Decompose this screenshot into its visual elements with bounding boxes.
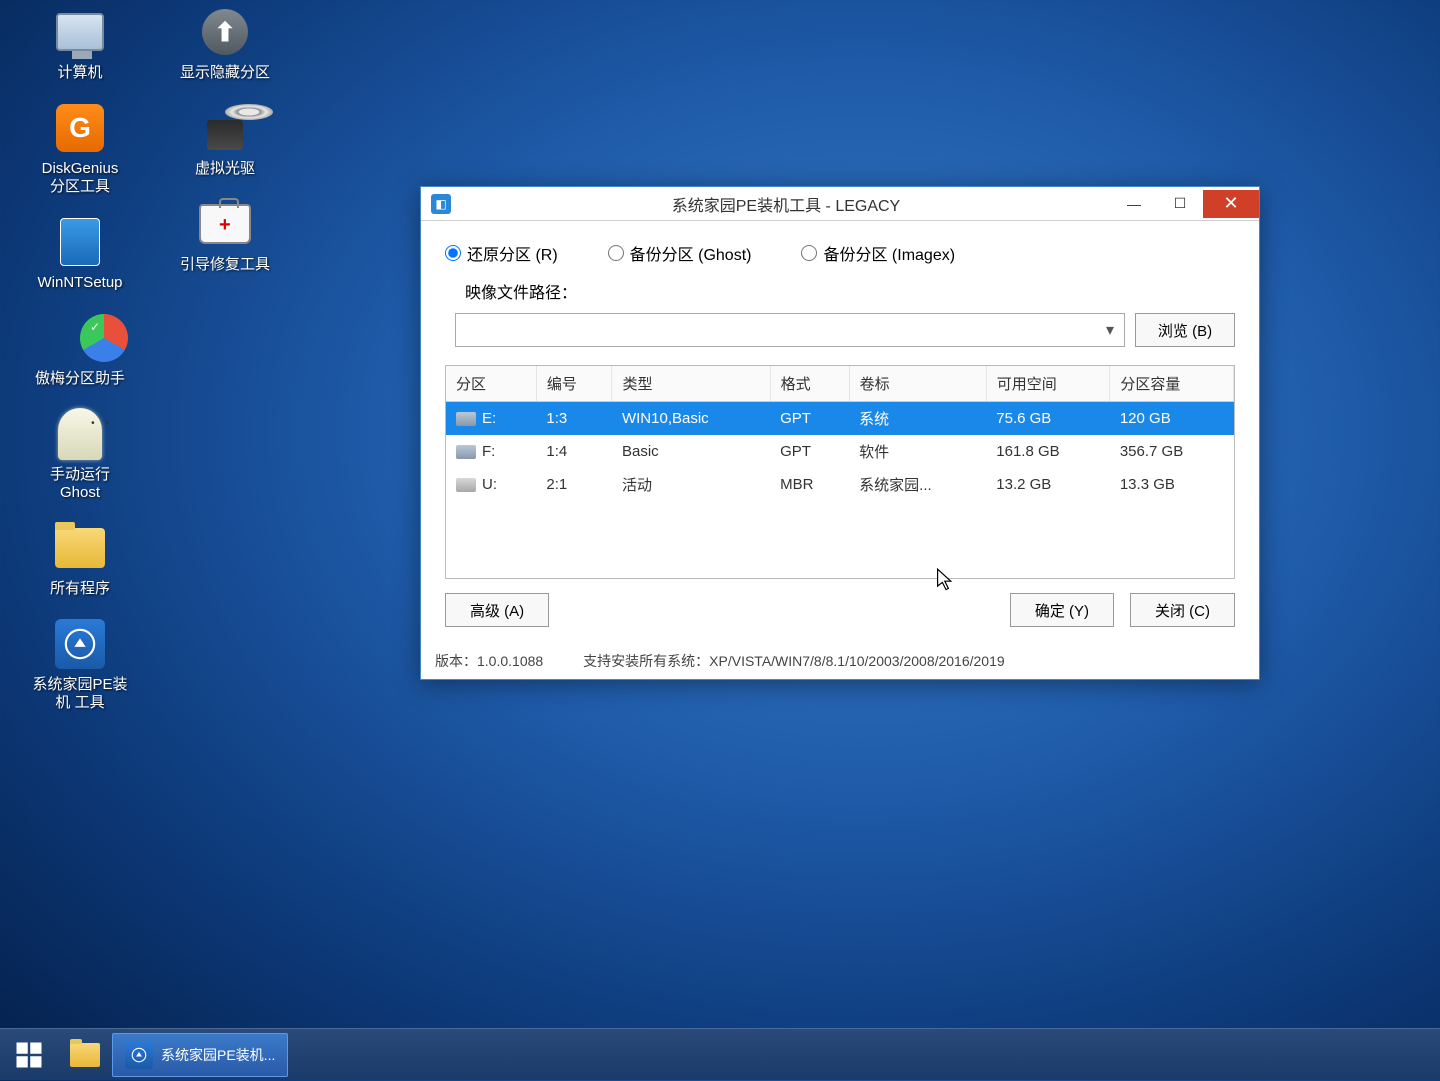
radio-restore[interactable]: 还原分区 (R) bbox=[445, 241, 558, 265]
radio-restore-input[interactable] bbox=[445, 245, 461, 261]
mode-radios: 还原分区 (R) 备份分区 (Ghost) 备份分区 (Imagex) bbox=[445, 241, 1235, 265]
explorer-icon bbox=[70, 1043, 100, 1067]
winntsetup-icon bbox=[60, 218, 100, 266]
taskbar-petool-active[interactable]: 系统家园PE装机... bbox=[112, 1033, 288, 1077]
window-content: 还原分区 (R) 备份分区 (Ghost) 备份分区 (Imagex) 映像文件… bbox=[421, 221, 1259, 645]
showhidden-icon: ⬆ bbox=[202, 9, 248, 55]
image-path-row: 映像文件路径： bbox=[445, 279, 1235, 303]
titlebar[interactable]: ◧ 系统家园PE装机工具 - LEGACY — ☐ ✕ bbox=[421, 187, 1259, 221]
th-partition[interactable]: 分区 bbox=[446, 366, 536, 402]
partition-table[interactable]: 分区 编号 类型 格式 卷标 可用空间 分区容量 E:1:3WIN10,Basi… bbox=[445, 365, 1235, 579]
table-row[interactable]: E:1:3WIN10,BasicGPT系统75.6 GB120 GB bbox=[446, 402, 1234, 436]
petool-icon bbox=[55, 619, 105, 669]
app-icon: ◧ bbox=[431, 194, 451, 214]
support-label: 支持安装所有系统：XP/VISTA/WIN7/8/8.1/10/2003/200… bbox=[583, 651, 1245, 671]
button-row: 高级 (A) 确定 (Y) 关闭 (C) bbox=[445, 579, 1235, 637]
th-format[interactable]: 格式 bbox=[770, 366, 849, 402]
folder-icon bbox=[55, 528, 105, 568]
window-buttons: — ☐ ✕ bbox=[1111, 190, 1259, 218]
taskbar-petool-icon bbox=[125, 1041, 153, 1069]
close-dialog-button[interactable]: 关闭 (C) bbox=[1130, 593, 1235, 627]
icon-showhidden[interactable]: ⬆显示隐藏分区 bbox=[160, 4, 290, 82]
icon-aomei[interactable]: 傲梅分区助手 bbox=[10, 310, 150, 388]
ok-button[interactable]: 确定 (Y) bbox=[1010, 593, 1114, 627]
diskgenius-icon: G bbox=[56, 104, 104, 152]
pe-tool-window: ◧ 系统家园PE装机工具 - LEGACY — ☐ ✕ 还原分区 (R) 备份分… bbox=[420, 186, 1260, 680]
th-number[interactable]: 编号 bbox=[536, 366, 612, 402]
repair-icon bbox=[199, 204, 251, 244]
desktop-icons-col1: 计算机 GDiskGenius 分区工具 WinNTSetup 傲梅分区助手 手… bbox=[10, 4, 150, 730]
minimize-button[interactable]: — bbox=[1111, 190, 1157, 218]
icon-petool[interactable]: 系统家园PE装 机 工具 bbox=[10, 616, 150, 712]
ghost-icon bbox=[58, 408, 102, 460]
radio-backup-ghost[interactable]: 备份分区 (Ghost) bbox=[608, 241, 752, 265]
drive-icon bbox=[456, 478, 476, 492]
th-volume[interactable]: 卷标 bbox=[849, 366, 986, 402]
table-row[interactable]: U:2:1活动MBR系统家园...13.2 GB13.3 GB bbox=[446, 468, 1234, 501]
taskbar-petool-label: 系统家园PE装机... bbox=[161, 1045, 275, 1065]
aomei-icon bbox=[56, 314, 104, 362]
icon-ghost[interactable]: 手动运行 Ghost bbox=[10, 406, 150, 502]
start-button[interactable] bbox=[0, 1029, 58, 1081]
computer-icon bbox=[56, 13, 104, 51]
taskbar-explorer[interactable] bbox=[58, 1033, 112, 1077]
cd-icon bbox=[201, 104, 249, 152]
th-capacity[interactable]: 分区容量 bbox=[1110, 366, 1234, 402]
icon-bootrepair[interactable]: 引导修复工具 bbox=[160, 196, 290, 274]
close-button[interactable]: ✕ bbox=[1203, 190, 1259, 218]
th-type[interactable]: 类型 bbox=[612, 366, 770, 402]
icon-diskgenius[interactable]: GDiskGenius 分区工具 bbox=[10, 100, 150, 196]
window-footer: 版本：1.0.0.1088 支持安装所有系统：XP/VISTA/WIN7/8/8… bbox=[421, 645, 1259, 679]
taskbar[interactable]: 系统家园PE装机... bbox=[0, 1028, 1440, 1080]
advanced-button[interactable]: 高级 (A) bbox=[445, 593, 549, 627]
radio-ghost-input[interactable] bbox=[608, 245, 624, 261]
radio-backup-imagex[interactable]: 备份分区 (Imagex) bbox=[801, 241, 955, 265]
radio-imagex-input[interactable] bbox=[801, 245, 817, 261]
th-free[interactable]: 可用空间 bbox=[986, 366, 1110, 402]
icon-virtualcd[interactable]: 虚拟光驱 bbox=[160, 100, 290, 178]
browse-button[interactable]: 浏览 (B) bbox=[1135, 313, 1235, 347]
image-path-controls: 浏览 (B) bbox=[445, 313, 1235, 347]
table-row[interactable]: F:1:4BasicGPT软件161.8 GB356.7 GB bbox=[446, 435, 1234, 468]
table-header-row: 分区 编号 类型 格式 卷标 可用空间 分区容量 bbox=[446, 366, 1234, 402]
desktop-icons-col2: ⬆显示隐藏分区 虚拟光驱 引导修复工具 bbox=[160, 4, 290, 292]
drive-icon bbox=[456, 445, 476, 459]
image-path-combo[interactable] bbox=[455, 313, 1125, 347]
icon-allprograms[interactable]: 所有程序 bbox=[10, 520, 150, 598]
path-label: 映像文件路径： bbox=[465, 279, 577, 303]
window-title: 系统家园PE装机工具 - LEGACY bbox=[461, 192, 1111, 216]
drive-icon bbox=[456, 412, 476, 426]
version-label: 版本：1.0.0.1088 bbox=[435, 651, 543, 671]
maximize-button[interactable]: ☐ bbox=[1157, 190, 1203, 218]
icon-computer[interactable]: 计算机 bbox=[10, 4, 150, 82]
icon-winntsetup[interactable]: WinNTSetup bbox=[10, 214, 150, 292]
